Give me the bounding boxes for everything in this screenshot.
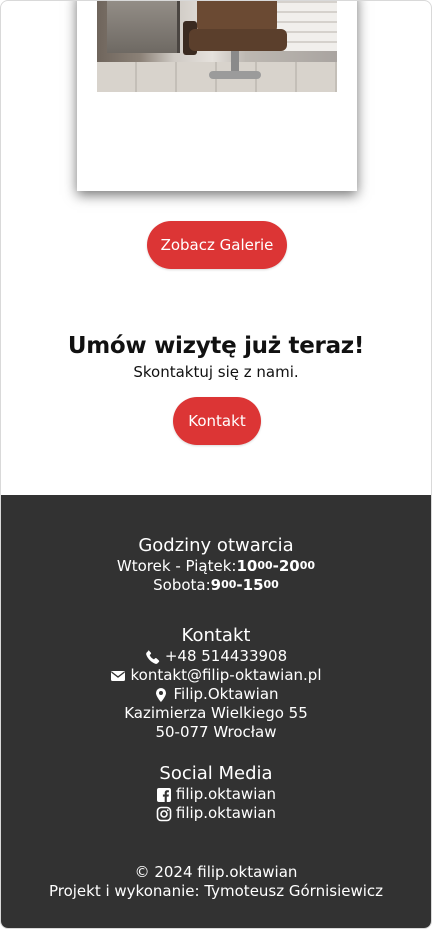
map-marker-icon [153,687,169,703]
contact-heading: Kontakt [181,625,251,646]
phone-number: +48 514433908 [164,647,288,665]
social-instagram[interactable]: filip.oktawian [1,804,431,823]
instagram-handle: filip.oktawian [175,804,277,822]
instagram-icon [156,806,172,822]
see-gallery-button[interactable]: Zobacz Galerie [147,221,287,269]
saturday-open-min: 00 [221,578,237,591]
contact-phone[interactable]: +48 514433908 [1,647,431,666]
contact-section: Kontakt +48 514433908 kontakt@filip-okta… [1,625,431,742]
chair-seat [189,29,287,51]
saturday-open-hour: 9 [210,576,222,594]
site-footer: Godziny otwarcia Wtorek - Piątek: 10 00 -… [1,495,431,928]
salon-photo[interactable] [97,1,337,92]
hours-saturday: Sobota: 9 00 - 15 00 [1,576,431,595]
social-heading: Social Media [159,763,273,784]
envelope-icon [110,668,126,684]
hours-heading: Godziny otwarcia [138,535,294,556]
gallery-photo-card [77,1,357,191]
copyright-section: © 2024 filip.oktawian Projekt i wykonani… [1,863,431,901]
contact-city: 50-077 Wrocław [1,723,431,742]
copyright: © 2024 filip.oktawian [134,863,298,881]
cta-title: Umów wizytę już teraz! [67,333,365,359]
hours-weekday: Wtorek - Piątek: 10 00 - 20 00 [1,557,431,576]
salon-mirror [107,1,180,53]
city-address: 50-077 Wrocław [155,723,277,741]
place-name: Filip.Oktawian [173,685,279,703]
weekday-open-min: 00 [257,559,273,572]
email-address: kontakt@filip-oktawian.pl [130,666,322,684]
chair-stand [231,51,239,73]
hours-section: Godziny otwarcia Wtorek - Piątek: 10 00 -… [1,535,431,595]
phone-icon [145,649,161,665]
facebook-icon [156,787,172,803]
contact-button[interactable]: Kontakt [173,397,261,445]
cta-subtitle: Skontaktuj się z nami. [133,363,299,381]
saturday-close-hour: 15 [242,576,264,594]
weekday-close-min: 00 [299,559,316,572]
contact-street: Kazimierza Wielkiego 55 [1,704,431,723]
credits: Projekt i wykonanie: Tymoteusz Górnisiew… [48,882,384,900]
contact-email[interactable]: kontakt@filip-oktawian.pl [1,666,431,685]
saturday-close-min: 00 [263,578,279,591]
chair-back [197,1,277,31]
saturday-label: Sobota: [153,576,211,594]
weekday-label: Wtorek - Piątek: [116,557,237,575]
weekday-open-hour: 10 [236,557,258,575]
contact-place[interactable]: Filip.Oktawian [1,685,431,704]
weekday-close-hour: 20 [278,557,300,575]
facebook-handle: filip.oktawian [175,785,277,803]
street-address: Kazimierza Wielkiego 55 [124,704,308,722]
chair-base [209,71,261,79]
page-frame: Zobacz Galerie Umów wizytę już teraz! Sk… [0,0,432,929]
social-section: Social Media filip.oktawian filip.oktawi… [1,763,431,823]
social-facebook[interactable]: filip.oktawian [1,785,431,804]
